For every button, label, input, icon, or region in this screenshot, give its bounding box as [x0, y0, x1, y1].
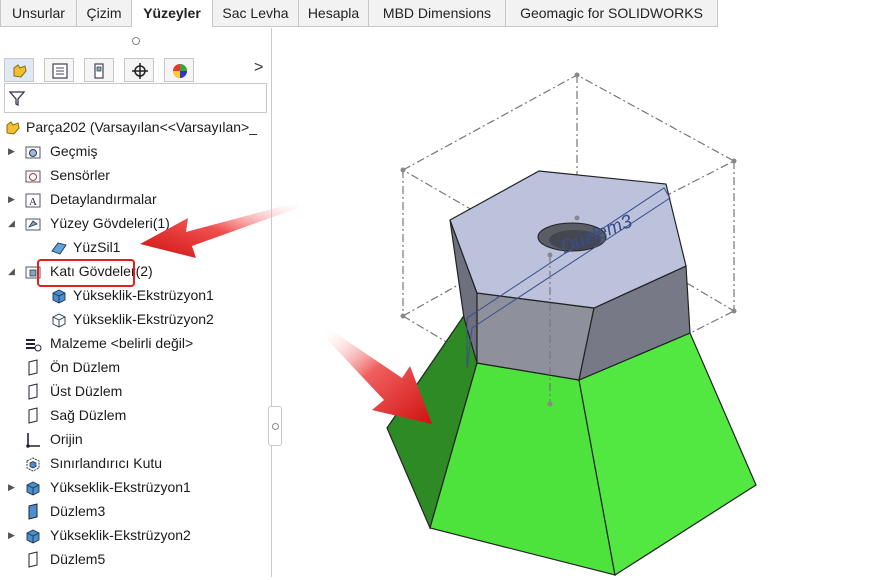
- feature-manager-panel: > Parça202 (Varsayılan<<Varsayılan>_ ▶ G…: [0, 28, 272, 577]
- dimxpert-tab-icon[interactable]: [124, 58, 154, 82]
- plane-icon: [28, 407, 38, 424]
- plane-icon: [28, 359, 38, 376]
- tree-item-label: Sınırlandırıcı Kutu: [50, 455, 163, 471]
- tree-item-ust-duzlem[interactable]: Üst Düzlem: [0, 381, 272, 403]
- tree-item-label: Malzeme <belirli değil>: [50, 335, 194, 351]
- tab-hesapla[interactable]: Hesapla: [298, 0, 369, 27]
- chevron-right-icon[interactable]: >: [254, 59, 263, 77]
- tree-item-duzlem5[interactable]: Düzlem5: [0, 549, 272, 571]
- tree-item-sensorler[interactable]: Sensörler: [0, 165, 272, 187]
- tab-yuzeyler[interactable]: Yüzeyler: [131, 0, 213, 27]
- tree-item-label: Düzlem5: [50, 551, 106, 567]
- solid-body-outline-icon: [52, 313, 66, 328]
- plane-icon: [28, 503, 38, 520]
- collapse-arrow-icon[interactable]: ◢: [8, 218, 15, 229]
- tree-item-solid-body-1[interactable]: Yükseklik-Ekstrüzyon1: [0, 285, 272, 307]
- tree-root-label: Parça202 (Varsayılan<<Varsayılan>_: [26, 119, 258, 135]
- tree-item-label: Yükseklik-Ekstrüzyon1: [50, 479, 191, 495]
- tree-item-label: Sensörler: [50, 167, 110, 183]
- plane-icon: [28, 383, 38, 400]
- tab-geomagic[interactable]: Geomagic for SOLIDWORKS: [505, 0, 718, 27]
- tree-item-ekstruzyon1[interactable]: ▶ Yükseklik-Ekstrüzyon1: [0, 477, 272, 499]
- tab-mbd-dimensions[interactable]: MBD Dimensions: [368, 0, 506, 27]
- command-manager-tabs: Unsurlar Çizim Yüzeyler Sac Levha Hesapl…: [0, 0, 894, 28]
- tree-item-gecmis[interactable]: ▶ Geçmiş: [0, 141, 272, 163]
- tree-item-label: Orijin: [50, 431, 83, 447]
- solid-body-icon: [52, 289, 66, 304]
- sensor-icon: [25, 170, 41, 183]
- origin-icon: [26, 433, 40, 448]
- tree-item-malzeme[interactable]: Malzeme <belirli değil>: [0, 333, 272, 355]
- tab-sac-levha[interactable]: Sac Levha: [212, 0, 299, 27]
- expand-arrow-icon[interactable]: ▶: [8, 146, 15, 157]
- tree-item-label: Düzlem3: [50, 503, 106, 519]
- surface-bodies-folder-icon: [25, 218, 41, 231]
- tree-item-sinirlandirici-kutu[interactable]: Sınırlandırıcı Kutu: [0, 453, 272, 475]
- tree-item-label: YüzSil1: [73, 239, 121, 255]
- extrude-feature-icon: [26, 481, 40, 496]
- panel-grip-handle[interactable]: [132, 37, 140, 45]
- part-icon: [6, 121, 20, 135]
- bounding-box-icon: [26, 457, 40, 472]
- highlight-box: [37, 259, 135, 287]
- tree-item-solid-body-2[interactable]: Yükseklik-Ekstrüzyon2: [0, 309, 272, 331]
- feature-manager-tab-icon[interactable]: [4, 58, 34, 82]
- tree-item-label: Yükseklik-Ekstrüzyon2: [73, 311, 214, 327]
- tree-item-orijin[interactable]: Orijin: [0, 429, 272, 451]
- tree-item-label: Geçmiş: [50, 143, 98, 159]
- svg-text:A: A: [29, 196, 37, 208]
- graphics-area[interactable]: Düzlem3: [272, 28, 894, 577]
- tree-item-duzlem3[interactable]: Düzlem3: [0, 501, 272, 523]
- history-folder-icon: [25, 146, 41, 159]
- tree-item-label: Ön Düzlem: [50, 359, 121, 375]
- tree-root-part[interactable]: Parça202 (Varsayılan<<Varsayılan>_: [0, 117, 272, 139]
- tree-filter[interactable]: [4, 83, 267, 113]
- tab-cizim[interactable]: Çizim: [76, 0, 132, 27]
- tree-item-on-duzlem[interactable]: Ön Düzlem: [0, 357, 272, 379]
- collapse-arrow-icon[interactable]: ◢: [8, 266, 15, 277]
- annotations-icon: A: [25, 193, 41, 208]
- tree-item-label: Yükseklik-Ekstrüzyon2: [50, 527, 191, 543]
- tree-item-label: Sağ Düzlem: [50, 407, 127, 423]
- material-icon: [26, 339, 42, 352]
- tree-item-label: Yükseklik-Ekstrüzyon1: [73, 287, 214, 303]
- extrude-feature-icon: [26, 529, 40, 544]
- tab-unsurlar[interactable]: Unsurlar: [0, 0, 77, 27]
- configuration-manager-tab-icon[interactable]: [84, 58, 114, 82]
- filter-icon: [8, 91, 26, 107]
- plane-icon: [28, 551, 38, 568]
- red-arrow-icon: [322, 328, 432, 424]
- expand-arrow-icon[interactable]: ▶: [8, 530, 15, 541]
- display-manager-tab-icon[interactable]: [164, 58, 194, 82]
- property-manager-tab-icon[interactable]: [44, 58, 74, 82]
- surface-delete-icon: [51, 242, 67, 255]
- tree-item-sag-duzlem[interactable]: Sağ Düzlem: [0, 405, 272, 427]
- tree-item-label: Üst Düzlem: [50, 383, 123, 399]
- expand-arrow-icon[interactable]: ▶: [8, 482, 15, 493]
- tree-item-ekstruzyon2[interactable]: ▶ Yükseklik-Ekstrüzyon2: [0, 525, 272, 547]
- expand-arrow-icon[interactable]: ▶: [8, 194, 15, 205]
- hex-prism-body: [449, 170, 691, 381]
